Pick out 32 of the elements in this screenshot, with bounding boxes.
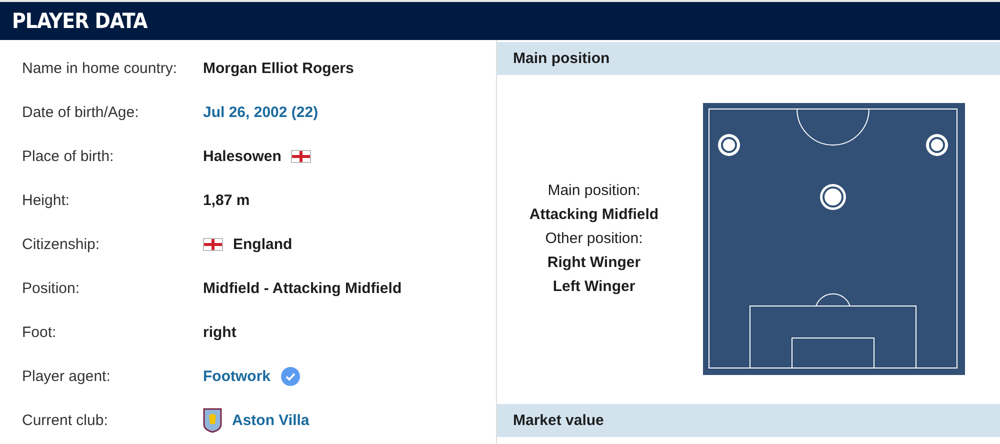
field-label: Foot: [22, 324, 58, 340]
field-label: Position: [22, 280, 81, 296]
field-link[interactable]: Aston Villa [232, 412, 310, 428]
panel-header: Market value [497, 404, 1000, 437]
other-position-marker [926, 134, 948, 156]
field-label: Citizenship: [22, 236, 101, 252]
field-label: Current club: [22, 412, 109, 428]
section-title: PLAYER DATA [12, 9, 148, 33]
panel-header: Main position [497, 42, 1000, 75]
position-value: Left Winger [552, 278, 636, 295]
other-position-marker [718, 134, 740, 156]
field-label: Other position: [545, 230, 643, 247]
field-value: right [203, 324, 236, 340]
field-label: Player agent: [22, 368, 112, 384]
field-value: Midfield - Attacking Midfield [203, 280, 402, 296]
field-label: Main position: [548, 182, 640, 199]
field-link[interactable]: Footwork [203, 368, 270, 384]
club-crest-icon [203, 408, 222, 432]
field-link[interactable]: Jul 26, 2002 (22) [203, 104, 318, 120]
field-label: Name in home country: [22, 60, 178, 76]
field-label: Place of birth: [22, 148, 115, 164]
field-value: 1,87 m [203, 192, 250, 208]
field-value: Morgan Elliot Rogers [203, 60, 354, 76]
field-value: Halesowen [203, 148, 282, 164]
verified-check-icon [280, 366, 300, 386]
field-label: Height: [22, 192, 71, 208]
england-flag-icon [291, 150, 312, 162]
position-value: Attacking Midfield [529, 206, 659, 223]
field-label: Date of birth/Age: [22, 104, 140, 120]
position-value: Right Winger [547, 254, 641, 271]
england-flag-icon [203, 238, 223, 250]
field-value: England [233, 236, 292, 252]
